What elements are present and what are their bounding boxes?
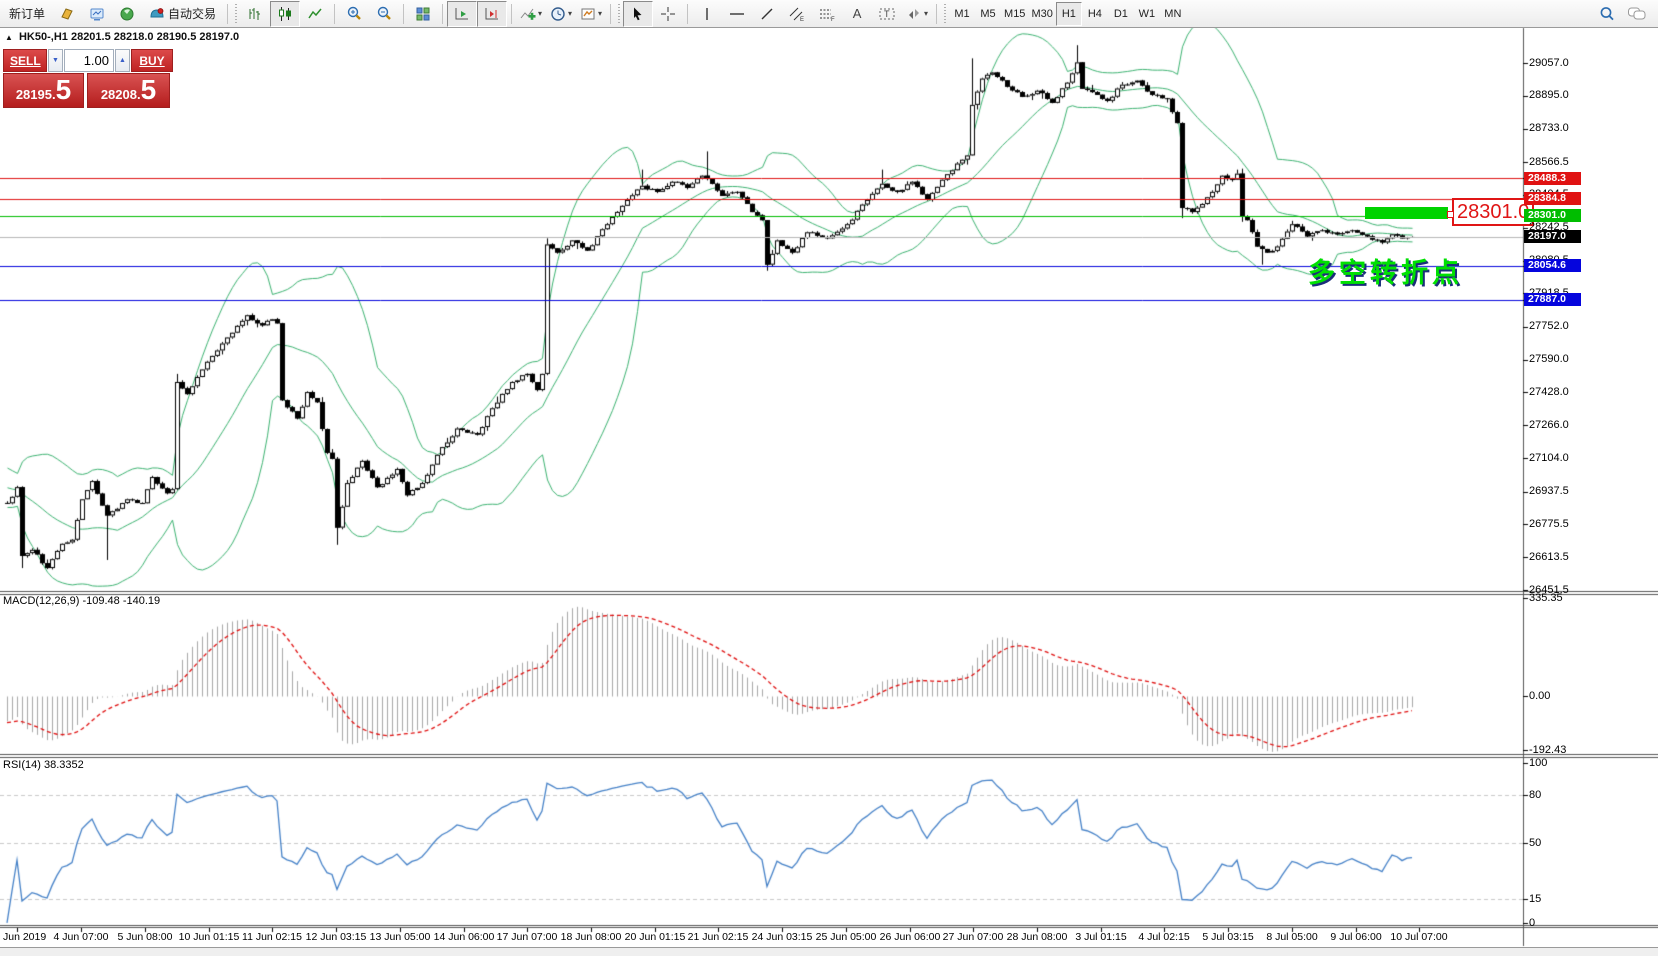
crosshair-icon[interactable]	[653, 1, 683, 27]
trading-terminal: 新订单 自动交易	[0, 0, 1658, 956]
sell-price-display[interactable]: 28195.5	[3, 73, 84, 108]
text-tool-icon[interactable]: A	[842, 1, 872, 27]
chat-icon[interactable]	[1622, 1, 1652, 27]
candlestick-chart-icon[interactable]	[270, 1, 300, 27]
toolbar-drag-handle[interactable]	[234, 4, 238, 24]
timeframe-button-M5[interactable]: M5	[975, 2, 1001, 26]
indicators-icon[interactable]: ▾	[516, 1, 546, 27]
arrows-tool-icon[interactable]: ▾	[902, 1, 932, 27]
line-chart-icon[interactable]	[300, 1, 330, 27]
chevron-down-icon: ▼	[52, 57, 59, 64]
timeframe-button-M15[interactable]: M15	[1001, 2, 1028, 26]
cursor-icon[interactable]	[623, 1, 653, 27]
indicators-dropdown-caret[interactable]: ▾	[538, 9, 542, 18]
new-order-button[interactable]: 新订单	[2, 2, 52, 26]
periods-icon[interactable]: ▾	[546, 1, 576, 27]
volume-decrease-button[interactable]: ▼	[48, 49, 63, 72]
templates-dropdown-caret[interactable]: ▾	[598, 9, 602, 18]
svg-text:E: E	[800, 17, 804, 22]
equidistant-channel-tool-icon[interactable]: E	[782, 1, 812, 27]
zoom-out-icon[interactable]	[369, 1, 399, 27]
tile-windows-icon[interactable]	[408, 1, 438, 27]
timeframe-button-D1[interactable]: D1	[1108, 2, 1134, 26]
one-click-trade-panel: SELL ▼ ▲ BUY 28195.5 28208.5	[3, 49, 170, 108]
volume-increase-button[interactable]: ▲	[115, 49, 130, 72]
chevron-up-icon: ▲	[119, 57, 126, 64]
horizontal-line-tool-icon[interactable]	[722, 1, 752, 27]
vertical-line-tool-icon[interactable]	[692, 1, 722, 27]
arrows-dropdown-caret[interactable]: ▾	[924, 9, 928, 18]
timeframe-button-M1[interactable]: M1	[949, 2, 975, 26]
buy-price-display[interactable]: 28208.5	[87, 73, 170, 108]
templates-icon[interactable]: ▾	[576, 1, 606, 27]
bottom-strip	[0, 947, 1658, 956]
autotrading-icon	[149, 6, 165, 22]
auto-scroll-icon[interactable]	[447, 1, 477, 27]
new-chart-icon[interactable]	[52, 1, 82, 27]
sell-button[interactable]: SELL	[3, 49, 47, 72]
svg-text:F: F	[831, 17, 835, 22]
svg-text:T: T	[884, 9, 890, 19]
timeframe-button-H1[interactable]: H1	[1056, 2, 1082, 26]
toolbar-drag-handle[interactable]	[617, 4, 621, 24]
chart-canvas[interactable]	[0, 0, 1658, 956]
buy-price-frac: 5	[141, 74, 157, 106]
buy-button[interactable]: BUY	[131, 49, 173, 72]
timeframe-button-MN[interactable]: MN	[1160, 2, 1186, 26]
sell-price-frac: 5	[56, 74, 72, 106]
autotrading-label: 自动交易	[168, 5, 216, 22]
timeframe-button-M30[interactable]: M30	[1028, 2, 1055, 26]
timeframe-toolbar: M1M5M15M30H1H4D1W1MN	[949, 2, 1186, 26]
toolbar-drag-handle[interactable]	[943, 4, 947, 24]
search-icon[interactable]	[1592, 1, 1622, 27]
navigator-icon[interactable]	[112, 1, 142, 27]
chart-shift-icon[interactable]	[477, 1, 507, 27]
bar-chart-icon[interactable]	[240, 1, 270, 27]
timeframe-button-H4[interactable]: H4	[1082, 2, 1108, 26]
buy-price-main: 28208	[101, 87, 137, 102]
zoom-in-icon[interactable]	[339, 1, 369, 27]
text-label-tool-icon[interactable]: T	[872, 1, 902, 27]
sell-price-main: 28195	[16, 87, 52, 102]
main-toolbar: 新订单 自动交易	[0, 0, 1658, 28]
periods-dropdown-caret[interactable]: ▾	[568, 9, 572, 18]
autotrading-button[interactable]: 自动交易	[142, 2, 223, 26]
fibonacci-tool-icon[interactable]: F	[812, 1, 842, 27]
trendline-tool-icon[interactable]	[752, 1, 782, 27]
volume-input[interactable]	[64, 49, 114, 72]
market-watch-icon[interactable]	[82, 1, 112, 27]
timeframe-button-W1[interactable]: W1	[1134, 2, 1160, 26]
